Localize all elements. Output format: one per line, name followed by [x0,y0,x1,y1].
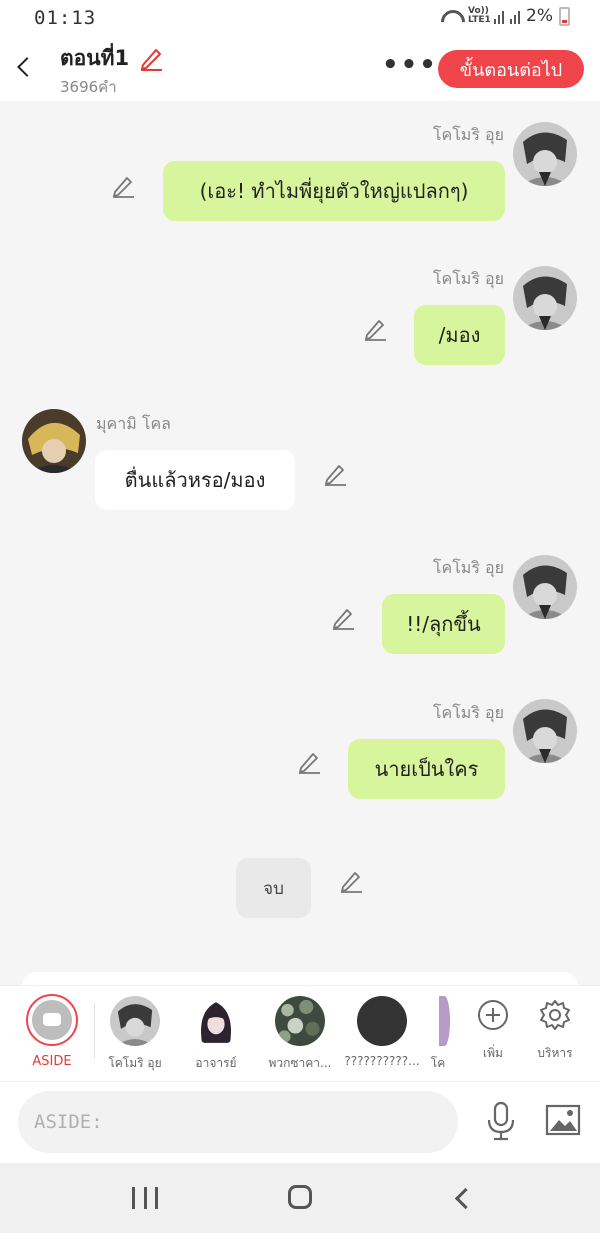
avatar[interactable] [513,699,577,763]
speaker-name: มุคามิ โคล [96,414,171,433]
system-icons: Vo)) LTE1 2% [440,6,570,26]
speaker-name: โคโมริ อุย [432,703,504,722]
episode-title[interactable]: ตอนที่1 [60,42,129,75]
input-bar [0,1081,600,1163]
add-icon[interactable] [476,998,510,1032]
header: ตอนที่1 3696คำ ••• ขั้นตอนต่อไป [0,38,600,101]
speaker-name: โคโมริ อุย [432,558,504,577]
message-bubble[interactable]: ตื่นแล้วหรอ/มอง [95,450,295,510]
word-count: 3696คำ [60,78,117,96]
edit-icon[interactable] [362,316,388,342]
gear-icon[interactable] [538,998,572,1032]
edit-icon[interactable] [330,605,356,631]
character-name: อาจารย์ [195,1056,237,1070]
edit-icon[interactable] [322,461,348,487]
edit-icon[interactable] [110,173,136,199]
speaker-name: โคโมริ อุย [432,125,504,144]
character-name: โค [430,1056,446,1070]
narration-bubble[interactable]: จบ [236,858,311,918]
network-label: Vo)) LTE1 [468,6,491,25]
add-label[interactable]: เพิ่ม [463,1044,523,1063]
message-bubble[interactable]: /มอง [414,305,505,365]
system-nav-bar [0,1163,600,1233]
avatar[interactable] [513,555,577,619]
nav-back-icon[interactable] [452,1187,470,1209]
message-bubble[interactable]: (เอะ! ทำไมพี่ยุยตัวใหญ่แปลกๆ) [163,161,505,221]
status-time: 01:13 [34,7,97,29]
character-avatar[interactable] [439,996,450,1046]
character-avatar[interactable] [191,996,241,1046]
battery-percent: 2% [526,6,553,26]
edit-icon[interactable] [338,868,364,894]
character-name: ??????????... [344,1054,420,1068]
recents-icon[interactable] [132,1187,158,1209]
character-name: โคโมริ อุย [108,1056,162,1070]
aside-label: ASIDE [32,1054,72,1069]
character-avatar[interactable] [110,996,160,1046]
avatar[interactable] [22,409,86,473]
aside-button[interactable] [26,994,78,1046]
chat-area: โคโมริ อุย (เอะ! ทำไมพี่ยุยตัวใหญ่แปลกๆ)… [0,101,600,983]
edit-title-icon[interactable] [138,45,164,71]
speaker-name: โคโมริ อุย [432,269,504,288]
back-button[interactable] [12,52,36,82]
signal-icon [494,9,505,24]
message-bubble[interactable]: นายเป็นใคร [348,739,505,799]
character-bar: ASIDE โคโมริ อุย อาจารย์ พวกซาคา... ????… [0,985,600,1081]
character-avatar[interactable] [275,996,325,1046]
home-icon[interactable] [288,1185,312,1209]
manage-label[interactable]: บริหาร [525,1044,585,1063]
image-icon[interactable] [545,1104,581,1136]
status-bar: 01:13 Vo)) LTE1 2% [0,0,600,38]
avatar[interactable] [513,266,577,330]
divider [94,1002,95,1058]
microphone-icon[interactable] [484,1100,518,1142]
aside-icon [32,1000,72,1040]
message-input[interactable] [18,1091,458,1153]
battery-icon [559,6,570,26]
edit-icon[interactable] [296,749,322,775]
character-avatar[interactable] [357,996,407,1046]
wifi-icon [440,8,462,24]
more-dots-icon[interactable]: ••• [382,52,438,78]
signal-icon-2 [510,9,521,24]
next-step-button[interactable]: ขั้นตอนต่อไป [438,50,584,88]
message-bubble[interactable]: !!/ลุกขึ้น [382,594,505,654]
character-name: พวกซาคา... [268,1056,332,1070]
avatar[interactable] [513,122,577,186]
